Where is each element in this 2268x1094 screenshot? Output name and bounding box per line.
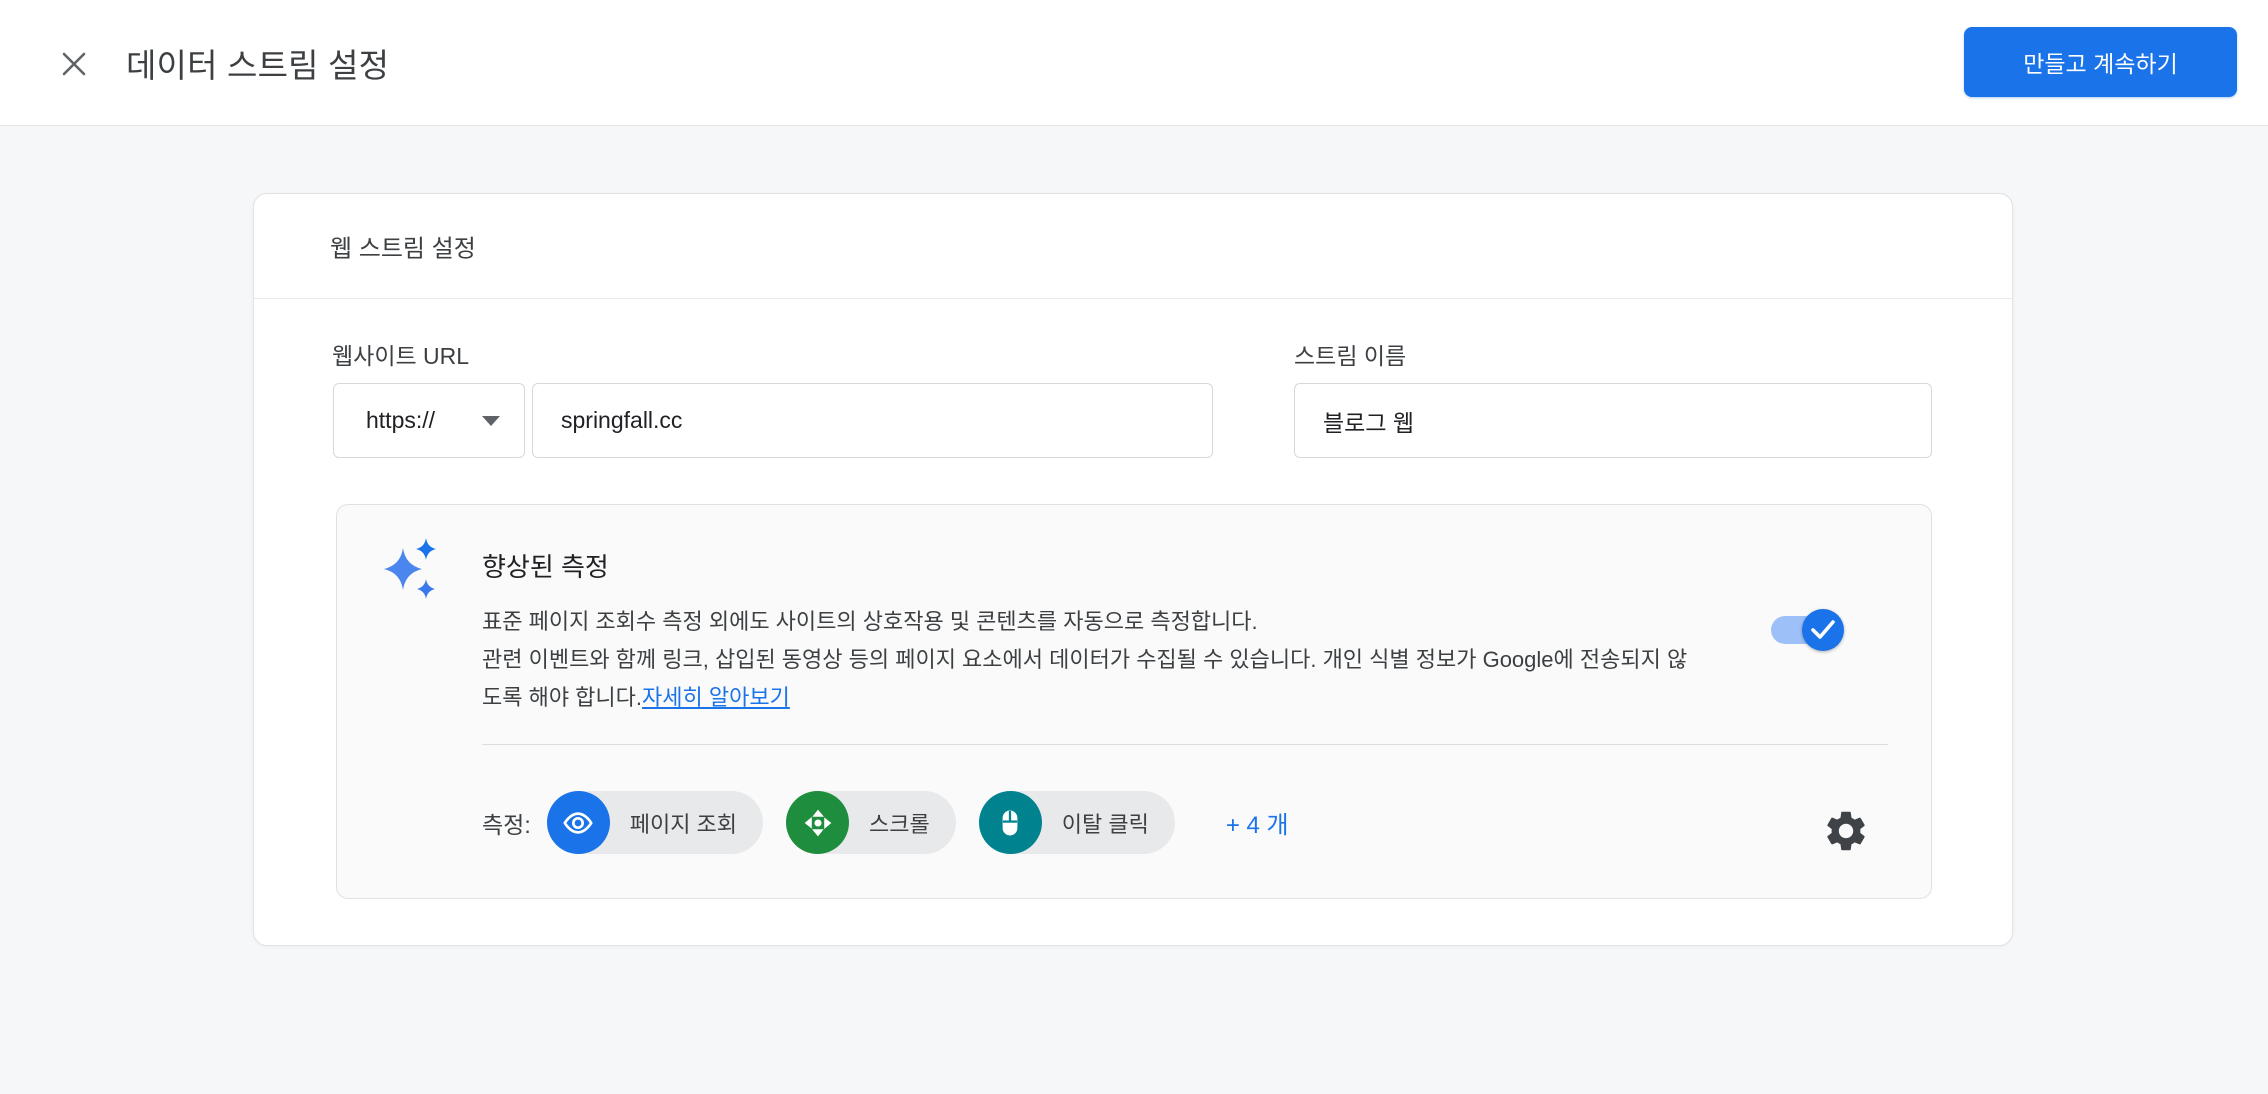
chip-label: 스크롤 xyxy=(869,807,930,839)
enhanced-measurement-box: 향상된 측정 표준 페이지 조회수 측정 외에도 사이트의 상호작용 및 콘텐츠… xyxy=(336,504,1932,899)
measuring-label: 측정: xyxy=(482,806,531,840)
chip-page-view: 페이지 조회 xyxy=(547,791,763,854)
chip-scroll: 스크롤 xyxy=(786,791,956,854)
divider xyxy=(482,744,1888,745)
close-icon xyxy=(57,47,91,81)
show-more-chips-button[interactable]: + 4 개 xyxy=(1226,805,1289,840)
sparkle-icon xyxy=(381,535,439,606)
measuring-row: 측정: 페이지 조회 xyxy=(482,791,1289,854)
chip-label: 이탈 클릭 xyxy=(1062,807,1149,839)
web-stream-card: 웹 스트림 설정 웹사이트 URL https:// 스트림 이름 향상된 측정… xyxy=(253,193,2013,946)
toggle-thumb-check-icon xyxy=(1802,609,1844,651)
data-stream-setup-screen: 데이터 스트림 설정 만들고 계속하기 웹 스트림 설정 웹사이트 URL ht… xyxy=(0,0,2268,1094)
page-title: 데이터 스트림 설정 xyxy=(126,39,389,87)
close-button[interactable] xyxy=(54,44,94,84)
card-section-title: 웹 스트림 설정 xyxy=(330,229,476,264)
enhanced-measurement-toggle[interactable] xyxy=(1771,609,1844,651)
gear-icon xyxy=(1822,807,1870,855)
create-and-continue-button[interactable]: 만들고 계속하기 xyxy=(1964,27,2237,97)
card-header: 웹 스트림 설정 xyxy=(254,194,2012,299)
mouse-icon xyxy=(979,791,1042,854)
website-url-input[interactable] xyxy=(532,383,1213,458)
top-app-bar: 데이터 스트림 설정 만들고 계속하기 xyxy=(0,0,2268,126)
protocol-selected-value: https:// xyxy=(366,407,435,434)
website-url-label: 웹사이트 URL xyxy=(332,337,469,371)
enhanced-measurement-description: 표준 페이지 조회수 측정 외에도 사이트의 상호작용 및 콘텐츠를 자동으로 … xyxy=(482,603,1754,717)
protocol-select[interactable]: https:// xyxy=(333,383,525,458)
enhanced-measurement-settings-button[interactable] xyxy=(1819,804,1873,858)
chip-outbound-click: 이탈 클릭 xyxy=(979,791,1175,854)
enhanced-measurement-title: 향상된 측정 xyxy=(482,547,609,584)
stream-name-input[interactable] xyxy=(1294,383,1932,458)
learn-more-link[interactable]: 자세히 알아보기 xyxy=(642,685,790,710)
chip-label: 페이지 조회 xyxy=(630,807,737,839)
scroll-icon xyxy=(786,791,849,854)
eye-icon xyxy=(547,791,610,854)
chevron-down-icon xyxy=(482,416,500,426)
stream-name-label: 스트림 이름 xyxy=(1294,337,1406,371)
